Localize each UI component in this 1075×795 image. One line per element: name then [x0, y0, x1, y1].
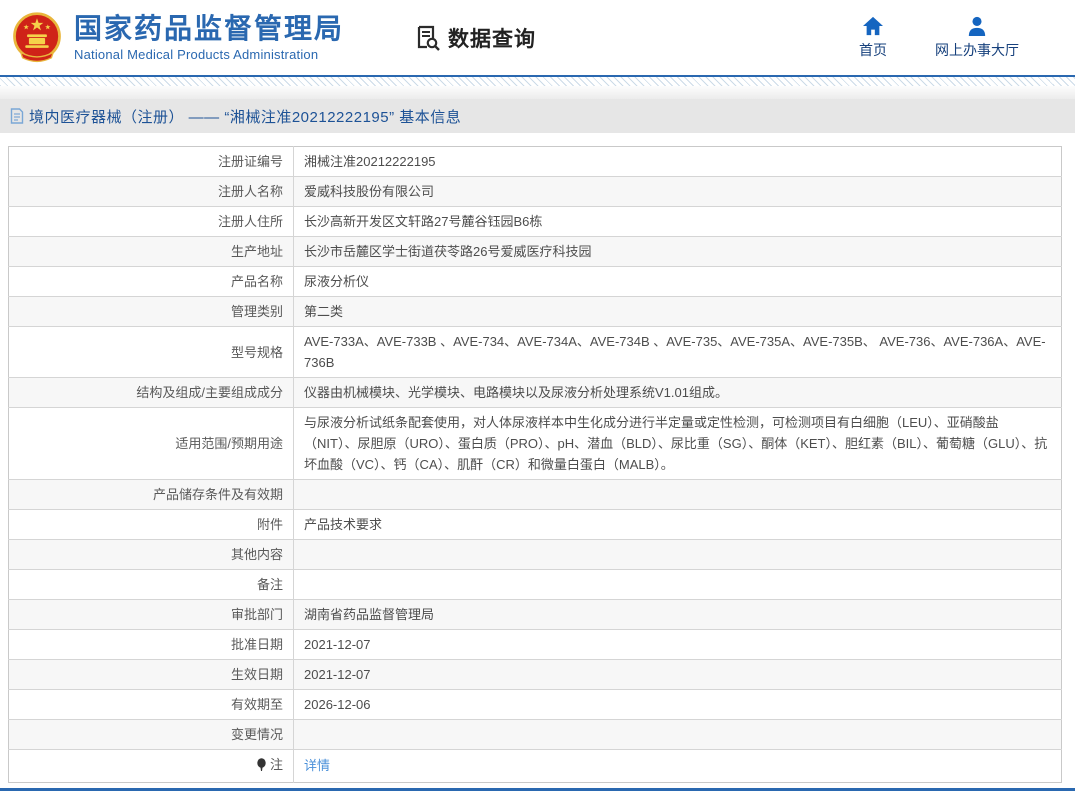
- row-value: 长沙市岳麓区学士街道茯苓路26号爱威医疗科技园: [294, 237, 1062, 267]
- row-value: 与尿液分析试纸条配套使用，对人体尿液样本中生化成分进行半定量或定性检测，可检测项…: [294, 408, 1062, 480]
- row-label: 备注: [9, 570, 294, 600]
- row-label: 有效期至: [9, 690, 294, 720]
- document-icon: [10, 108, 24, 124]
- note-label-text: 注: [270, 754, 283, 775]
- table-row: 注 详情: [9, 750, 1062, 783]
- row-value: 2021-12-07: [294, 630, 1062, 660]
- hatch-pattern-band: [0, 77, 1075, 86]
- row-value: [294, 720, 1062, 750]
- row-value: 仪器由机械模块、光学模块、电路模块以及尿液分析处理系统V1.01组成。: [294, 378, 1062, 408]
- row-label: 结构及组成/主要组成成分: [9, 378, 294, 408]
- row-label: 附件: [9, 510, 294, 540]
- row-value: 2026-12-06: [294, 690, 1062, 720]
- row-label: 生效日期: [9, 660, 294, 690]
- row-value: 尿液分析仪: [294, 267, 1062, 297]
- data-query-icon: [414, 24, 442, 52]
- row-label: 变更情况: [9, 720, 294, 750]
- home-icon: [862, 16, 884, 36]
- table-row: 附件产品技术要求: [9, 510, 1062, 540]
- table-row: 审批部门湖南省药品监督管理局: [9, 600, 1062, 630]
- org-name-zh: 国家药品监督管理局: [74, 13, 344, 45]
- row-label: 生产地址: [9, 237, 294, 267]
- table-row: 变更情况: [9, 720, 1062, 750]
- row-label: 产品名称: [9, 267, 294, 297]
- table-row: 产品名称尿液分析仪: [9, 267, 1062, 297]
- gradient-band: [0, 86, 1075, 99]
- table-row: 产品储存条件及有效期: [9, 480, 1062, 510]
- user-icon: [966, 16, 988, 36]
- row-label: 产品储存条件及有效期: [9, 480, 294, 510]
- table-row: 生产地址长沙市岳麓区学士街道茯苓路26号爱威医疗科技园: [9, 237, 1062, 267]
- row-label: 注册人名称: [9, 177, 294, 207]
- page-title-bar: 境内医疗器械（注册） —— “湘械注准20212222195” 基本信息: [0, 99, 1075, 133]
- row-label: 注册证编号: [9, 147, 294, 177]
- site-header: 国家药品监督管理局 National Medical Products Admi…: [0, 0, 1075, 75]
- row-value: [294, 540, 1062, 570]
- note-icon: [256, 758, 267, 772]
- nav-home[interactable]: 首页: [859, 16, 887, 60]
- table-row: 管理类别第二类: [9, 297, 1062, 327]
- org-name-en: National Medical Products Administration: [74, 47, 344, 62]
- row-value: 长沙高新开发区文轩路27号麓谷钰园B6栋: [294, 207, 1062, 237]
- row-label: 其他内容: [9, 540, 294, 570]
- table-row: 生效日期2021-12-07: [9, 660, 1062, 690]
- row-value: 第二类: [294, 297, 1062, 327]
- row-value-note: 详情: [294, 750, 1062, 783]
- table-row: 批准日期2021-12-07: [9, 630, 1062, 660]
- data-query-entry[interactable]: 数据查询: [414, 23, 536, 53]
- row-value: 产品技术要求: [294, 510, 1062, 540]
- row-value: [294, 570, 1062, 600]
- row-label: 审批部门: [9, 600, 294, 630]
- national-emblem-logo: [10, 11, 64, 65]
- row-label: 适用范围/预期用途: [9, 408, 294, 480]
- row-label-note: 注: [9, 750, 294, 783]
- table-row: 有效期至2026-12-06: [9, 690, 1062, 720]
- table-row: 注册证编号湘械注准20212222195: [9, 147, 1062, 177]
- row-value: 湘械注准20212222195: [294, 147, 1062, 177]
- data-query-label: 数据查询: [448, 23, 536, 53]
- page-title: 境内医疗器械（注册） —— “湘械注准20212222195” 基本信息: [29, 106, 461, 127]
- table-row: 适用范围/预期用途与尿液分析试纸条配套使用，对人体尿液样本中生化成分进行半定量或…: [9, 408, 1062, 480]
- details-link[interactable]: 详情: [304, 758, 330, 773]
- header-nav: 首页 网上办事大厅: [859, 16, 1019, 60]
- table-row: 其他内容: [9, 540, 1062, 570]
- row-value: 爱威科技股份有限公司: [294, 177, 1062, 207]
- row-value: 湖南省药品监督管理局: [294, 600, 1062, 630]
- nav-service-hall-label: 网上办事大厅: [935, 40, 1019, 60]
- nav-home-label: 首页: [859, 40, 887, 60]
- table-row: 备注: [9, 570, 1062, 600]
- row-label: 型号规格: [9, 327, 294, 378]
- table-row: 注册人名称爱威科技股份有限公司: [9, 177, 1062, 207]
- table-row: 型号规格AVE-733A、AVE-733B 、AVE-734、AVE-734A、…: [9, 327, 1062, 378]
- row-value: [294, 480, 1062, 510]
- row-label: 批准日期: [9, 630, 294, 660]
- nav-service-hall[interactable]: 网上办事大厅: [935, 16, 1019, 60]
- row-value: AVE-733A、AVE-733B 、AVE-734、AVE-734A、AVE-…: [294, 327, 1062, 378]
- row-value: 2021-12-07: [294, 660, 1062, 690]
- registration-info-table: 注册证编号湘械注准20212222195 注册人名称爱威科技股份有限公司 注册人…: [8, 146, 1062, 783]
- row-label: 注册人住所: [9, 207, 294, 237]
- table-row: 结构及组成/主要组成成分仪器由机械模块、光学模块、电路模块以及尿液分析处理系统V…: [9, 378, 1062, 408]
- table-row: 注册人住所长沙高新开发区文轩路27号麓谷钰园B6栋: [9, 207, 1062, 237]
- org-title-block: 国家药品监督管理局 National Medical Products Admi…: [74, 13, 344, 62]
- row-label: 管理类别: [9, 297, 294, 327]
- footer-top-line: [0, 788, 1075, 791]
